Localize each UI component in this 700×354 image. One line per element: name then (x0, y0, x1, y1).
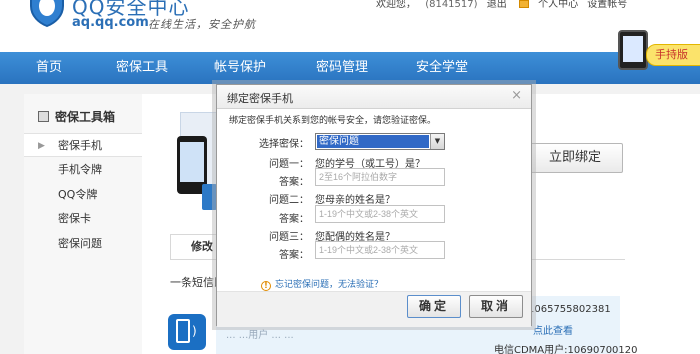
select-security-label: 选择密保： (259, 139, 309, 150)
bind-now-button[interactable]: 立即绑定 (527, 143, 623, 173)
dialog-description: 绑定密保手机关系到您的帐号安全，请您验证密保。 (229, 116, 437, 126)
qq-shield-logo-icon[interactable] (28, 0, 66, 28)
cancel-button[interactable]: 取消 (469, 295, 523, 318)
nav-item-tools[interactable]: 密保工具 (116, 52, 168, 84)
nav-item-home[interactable]: 首页 (36, 52, 62, 84)
top-user-bar: 欢迎您， (8141517) 退出 个人中心 设置帐号 (376, 0, 633, 10)
dialog-titlebar[interactable]: 绑定密保手机 × (217, 85, 531, 109)
forgot-question-suffix: ，无法验证？ (329, 280, 384, 290)
answer-2-label: 答案： (279, 214, 309, 225)
site-header: QQ安全中心 aq.qq.com 在线生活，安全护航 欢迎您， (8141517… (0, 0, 700, 52)
answer-3-label: 答案： (279, 250, 309, 261)
sidebar-item-secure-phone[interactable]: ▶ 密保手机 (24, 133, 142, 157)
bind-phone-dialog: 绑定密保手机 × 绑定密保手机关系到您的帐号安全，请您验证密保。 选择密保： 密… (216, 84, 532, 327)
top-link-settings[interactable]: 设置帐号 (587, 0, 627, 10)
sidebar: 密保工具箱 ▶ 密保手机 手机令牌 QQ令牌 密保卡 密保问题 (24, 94, 142, 354)
answer-3-input[interactable] (315, 241, 445, 259)
confirm-button[interactable]: 确定 (407, 295, 461, 318)
brand-slogan: 在线生活，安全护航 (148, 18, 256, 31)
sms-number: 1065755802381 (528, 304, 611, 315)
forgot-question-line: ! 忘记密保问题，无法验证？ (261, 277, 383, 291)
sidebar-item-label: 密保手机 (58, 139, 102, 152)
warning-icon: ! (261, 281, 271, 291)
sidebar-item-label: 密保卡 (58, 212, 91, 225)
close-icon[interactable]: × (511, 89, 522, 103)
question-3-label: 问题三： (269, 232, 309, 243)
answer-1-input[interactable] (315, 168, 445, 186)
sidebar-item-label: 密保问题 (58, 237, 102, 250)
top-link-personal[interactable]: 个人中心 (538, 0, 578, 10)
security-type-value: 密保问题 (317, 135, 429, 148)
main-nav: 首页 密保工具 帐号保护 密码管理 安全学堂 (0, 52, 700, 84)
sidebar-item-secure-card[interactable]: 密保卡 (24, 207, 142, 231)
nav-item-security-school[interactable]: 安全学堂 (416, 52, 468, 84)
welcome-text: 欢迎您， (376, 0, 416, 10)
feature-phone-image (202, 184, 217, 210)
faded-text: ... ...用户 ... ... (226, 330, 294, 341)
user-uin: (8141517) (425, 0, 478, 10)
question-2-text: 您母亲的姓名是？ (315, 195, 395, 206)
brand-url: aq.qq.com (72, 15, 149, 30)
mobile-promo-tag[interactable]: 手持版 (646, 44, 700, 66)
sidebar-item-qq-token[interactable]: QQ令牌 (24, 183, 142, 207)
forgot-question-link[interactable]: 忘记密保问题 (275, 280, 329, 290)
cdma-number-line: 电信CDMA用户:10690700120 (494, 345, 638, 354)
question-1-label: 问题一： (269, 159, 309, 170)
sidebar-item-label: 手机令牌 (58, 163, 102, 176)
sidebar-header: 密保工具箱 (38, 108, 115, 125)
dialog-title: 绑定密保手机 (227, 92, 293, 105)
nav-item-account-protection[interactable]: 帐号保护 (214, 52, 266, 84)
answer-2-input[interactable] (315, 205, 445, 223)
question-2-label: 问题二： (269, 195, 309, 206)
logout-link[interactable]: 退出 (487, 0, 507, 10)
sidebar-item-phone-token[interactable]: 手机令牌 (24, 158, 142, 182)
toolbox-icon (38, 111, 49, 122)
mail-icon[interactable] (518, 0, 529, 8)
answer-1-label: 答案： (279, 177, 309, 188)
security-type-select[interactable]: 密保问题 ▼ (315, 133, 445, 150)
sidebar-item-secure-question[interactable]: 密保问题 (24, 232, 142, 256)
chevron-right-icon: ▶ (38, 141, 45, 151)
sidebar-title: 密保工具箱 (55, 110, 116, 124)
view-link[interactable]: 点此查看 (533, 322, 573, 337)
nav-item-password[interactable]: 密码管理 (316, 52, 368, 84)
chevron-down-icon[interactable]: ▼ (430, 134, 444, 149)
sms-phone-icon: ) (168, 314, 206, 350)
sidebar-item-label: QQ令牌 (58, 188, 98, 201)
mobile-promo-phone-icon[interactable] (618, 30, 648, 70)
